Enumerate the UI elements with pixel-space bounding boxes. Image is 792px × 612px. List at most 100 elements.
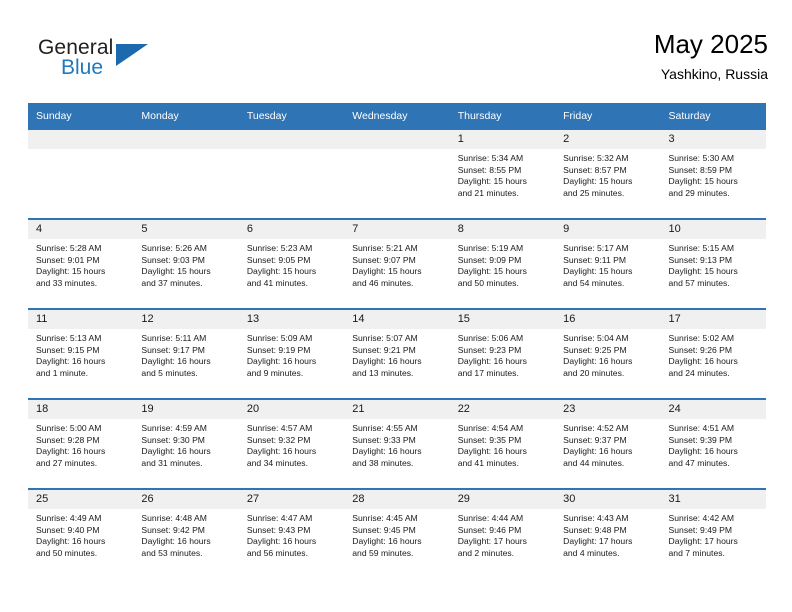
calendar-day-cell[interactable]: 22 Sunrise: 4:54 AM Sunset: 9:35 PM Dayl… [449,398,556,489]
daylight-text-line1: Daylight: 16 hours [352,356,422,367]
day-details: Sunrise: 5:11 AM Sunset: 9:17 PM Dayligh… [133,329,238,379]
day-number: 1 [449,130,556,149]
daylight-text-line2: and 13 minutes. [352,367,414,378]
calendar-day-cell[interactable]: 8 Sunrise: 5:19 AM Sunset: 9:09 PM Dayli… [449,218,556,309]
calendar-day-cell[interactable]: 6 Sunrise: 5:23 AM Sunset: 9:05 PM Dayli… [238,218,345,309]
day-details: Sunrise: 4:43 AM Sunset: 9:48 PM Dayligh… [555,509,660,559]
calendar-day-cell[interactable]: 12 Sunrise: 5:11 AM Sunset: 9:17 PM Dayl… [133,308,239,399]
daylight-text-line2: and 21 minutes. [457,187,519,198]
calendar-body: 1 Sunrise: 5:34 AM Sunset: 8:55 PM Dayli… [28,128,766,578]
sunset-text: Sunset: 9:30 PM [141,434,205,445]
calendar-day-cell[interactable]: 21 Sunrise: 4:55 AM Sunset: 9:33 PM Dayl… [344,398,450,489]
calendar-day-cell[interactable]: 13 Sunrise: 5:09 AM Sunset: 9:19 PM Dayl… [238,308,345,399]
sunset-text: Sunset: 9:17 PM [141,344,205,355]
daylight-text-line1: Daylight: 17 hours [668,536,738,547]
daylight-text-line2: and 54 minutes. [563,277,625,288]
daylight-text-line1: Daylight: 16 hours [141,446,211,457]
day-number: 17 [660,310,766,329]
day-number: 4 [28,220,134,239]
calendar-day-cell[interactable]: 23 Sunrise: 4:52 AM Sunset: 9:37 PM Dayl… [555,398,661,489]
calendar-day-cell[interactable]: 14 Sunrise: 5:07 AM Sunset: 9:21 PM Dayl… [344,308,450,399]
calendar-day-cell[interactable]: 28 Sunrise: 4:45 AM Sunset: 9:45 PM Dayl… [344,488,450,578]
day-number: 11 [28,310,134,329]
day-details: Sunrise: 4:55 AM Sunset: 9:33 PM Dayligh… [344,419,449,469]
sunset-text: Sunset: 8:57 PM [563,164,627,175]
daylight-text-line1: Daylight: 16 hours [36,356,106,367]
daylight-text-line2: and 53 minutes. [141,547,203,558]
daylight-text-line1: Daylight: 16 hours [246,536,317,547]
day-details: Sunrise: 5:04 AM Sunset: 9:25 PM Dayligh… [555,329,660,379]
sunset-text: Sunset: 9:11 PM [563,254,627,265]
calendar-day-cell[interactable]: 27 Sunrise: 4:47 AM Sunset: 9:43 PM Dayl… [238,488,345,578]
daylight-text-line1: Daylight: 15 hours [457,266,527,277]
calendar-day-cell[interactable] [344,128,450,219]
daylight-text-line2: and 27 minutes. [36,457,98,468]
calendar-day-cell[interactable]: 30 Sunrise: 4:43 AM Sunset: 9:48 PM Dayl… [555,488,661,578]
day-number [28,130,134,149]
day-details [133,149,238,153]
weekday-header-saturday: Saturday [660,103,766,129]
day-details: Sunrise: 4:47 AM Sunset: 9:43 PM Dayligh… [239,509,344,559]
calendar-day-cell[interactable]: 3 Sunrise: 5:30 AM Sunset: 8:59 PM Dayli… [660,128,766,219]
day-details: Sunrise: 4:52 AM Sunset: 9:37 PM Dayligh… [555,419,660,469]
day-number: 14 [344,310,450,329]
weekday-header-sunday: Sunday [28,103,134,129]
calendar-day-cell[interactable]: 17 Sunrise: 5:02 AM Sunset: 9:26 PM Dayl… [660,308,766,399]
weekday-header-row: Sunday Monday Tuesday Wednesday Thursday… [28,103,766,129]
calendar-day-cell[interactable]: 18 Sunrise: 5:00 AM Sunset: 9:28 PM Dayl… [28,398,134,489]
calendar-day-cell[interactable]: 1 Sunrise: 5:34 AM Sunset: 8:55 PM Dayli… [449,128,556,219]
calendar-day-cell[interactable] [238,128,345,219]
calendar-day-cell[interactable]: 7 Sunrise: 5:21 AM Sunset: 9:07 PM Dayli… [344,218,450,309]
calendar-day-cell[interactable]: 5 Sunrise: 5:26 AM Sunset: 9:03 PM Dayli… [133,218,239,309]
sunset-text: Sunset: 9:49 PM [668,524,733,535]
sunset-text: Sunset: 9:19 PM [246,344,311,355]
sunset-text: Sunset: 9:48 PM [563,524,627,535]
daylight-text-line1: Daylight: 15 hours [668,266,738,277]
sunrise-text: Sunrise: 5:21 AM [352,243,418,253]
day-number: 27 [238,490,345,509]
daylight-text-line1: Daylight: 15 hours [668,176,738,187]
calendar-day-cell[interactable]: 9 Sunrise: 5:17 AM Sunset: 9:11 PM Dayli… [555,218,661,309]
calendar-day-cell[interactable]: 11 Sunrise: 5:13 AM Sunset: 9:15 PM Dayl… [28,308,134,399]
daylight-text-line1: Daylight: 16 hours [36,446,106,457]
day-number: 22 [449,400,556,419]
calendar-day-cell[interactable]: 16 Sunrise: 5:04 AM Sunset: 9:25 PM Dayl… [555,308,661,399]
calendar-page: General Blue May 2025 Yashkino, Russia S… [0,0,792,612]
calendar-day-cell[interactable] [133,128,239,219]
day-details: Sunrise: 4:45 AM Sunset: 9:45 PM Dayligh… [344,509,449,559]
sunrise-text: Sunrise: 5:13 AM [36,333,102,343]
calendar-week-row: 18 Sunrise: 5:00 AM Sunset: 9:28 PM Dayl… [28,398,766,489]
day-details: Sunrise: 5:00 AM Sunset: 9:28 PM Dayligh… [28,419,133,469]
weekday-header-friday: Friday [555,103,661,129]
sunrise-text: Sunrise: 5:06 AM [457,333,524,343]
calendar-day-cell[interactable]: 19 Sunrise: 4:59 AM Sunset: 9:30 PM Dayl… [133,398,239,489]
sunrise-text: Sunrise: 4:43 AM [563,513,629,523]
calendar-day-cell[interactable]: 20 Sunrise: 4:57 AM Sunset: 9:32 PM Dayl… [238,398,345,489]
day-details: Sunrise: 5:30 AM Sunset: 8:59 PM Dayligh… [661,149,766,199]
sunrise-text: Sunrise: 4:48 AM [141,513,207,523]
day-details: Sunrise: 5:28 AM Sunset: 9:01 PM Dayligh… [28,239,133,289]
calendar-day-cell[interactable]: 10 Sunrise: 5:15 AM Sunset: 9:13 PM Dayl… [660,218,766,309]
day-number [344,130,450,149]
calendar-day-cell[interactable]: 24 Sunrise: 4:51 AM Sunset: 9:39 PM Dayl… [660,398,766,489]
sunset-text: Sunset: 9:25 PM [563,344,627,355]
daylight-text-line1: Daylight: 15 hours [563,266,633,277]
day-number: 3 [660,130,766,149]
sunset-text: Sunset: 9:09 PM [457,254,522,265]
sunset-text: Sunset: 9:32 PM [246,434,311,445]
calendar-day-cell[interactable]: 4 Sunrise: 5:28 AM Sunset: 9:01 PM Dayli… [28,218,134,309]
sunset-text: Sunset: 9:26 PM [668,344,733,355]
logo-text-blue: Blue [61,56,104,79]
daylight-text-line2: and 29 minutes. [668,187,730,198]
calendar-day-cell[interactable]: 2 Sunrise: 5:32 AM Sunset: 8:57 PM Dayli… [555,128,661,219]
calendar-day-cell[interactable] [28,128,134,219]
calendar-day-cell[interactable]: 25 Sunrise: 4:49 AM Sunset: 9:40 PM Dayl… [28,488,134,578]
calendar-day-cell[interactable]: 26 Sunrise: 4:48 AM Sunset: 9:42 PM Dayl… [133,488,239,578]
calendar-day-cell[interactable]: 29 Sunrise: 4:44 AM Sunset: 9:46 PM Dayl… [449,488,556,578]
day-details: Sunrise: 4:54 AM Sunset: 9:35 PM Dayligh… [450,419,555,469]
calendar-day-cell[interactable]: 31 Sunrise: 4:42 AM Sunset: 9:49 PM Dayl… [660,488,766,578]
sunrise-text: Sunrise: 4:54 AM [457,423,524,433]
calendar-day-cell[interactable]: 15 Sunrise: 5:06 AM Sunset: 9:23 PM Dayl… [449,308,556,399]
sunrise-text: Sunrise: 5:07 AM [352,333,418,343]
day-number: 18 [28,400,134,419]
